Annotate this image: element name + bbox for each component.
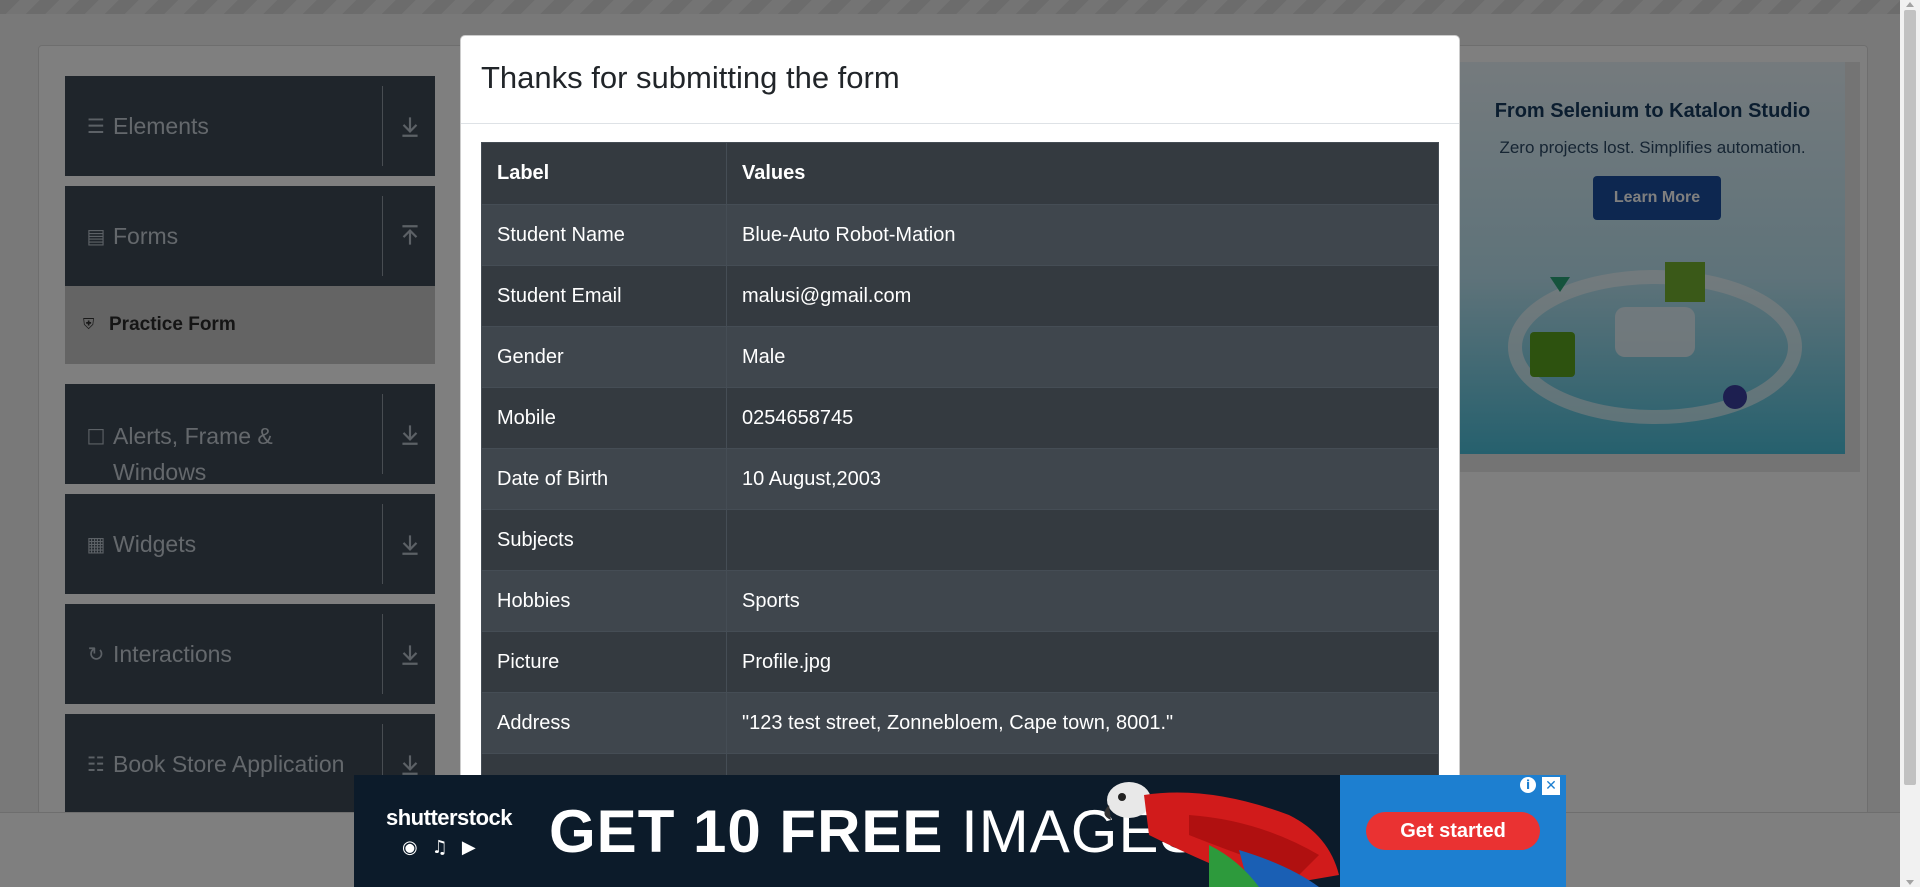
camera-icon: ◉ xyxy=(402,837,418,858)
modal-header: Thanks for submitting the form xyxy=(461,36,1459,124)
column-header-values: Values xyxy=(726,142,1439,205)
modal-title: Thanks for submitting the form xyxy=(481,60,900,95)
shutterstock-ad[interactable]: shutterstock ◉ ♫ ▶ GET 10 FREE IMAGES Ge… xyxy=(354,775,1566,887)
row-value: Blue-Auto Robot-Mation xyxy=(726,204,1439,266)
table-row: Student Email malusi@gmail.com xyxy=(481,265,1439,327)
table-row: Date of Birth 10 August,2003 xyxy=(481,448,1439,510)
ad-close-icon[interactable]: ✕ xyxy=(1542,777,1560,795)
row-value: Profile.jpg xyxy=(726,631,1439,693)
results-table: Label Values Student Name Blue-Auto Robo… xyxy=(481,142,1439,815)
row-value: 0254658745 xyxy=(726,387,1439,449)
modal-body: Label Values Student Name Blue-Auto Robo… xyxy=(461,124,1459,833)
table-row: Address "123 test street, Zonnebloem, Ca… xyxy=(481,692,1439,754)
scroll-down-arrow-icon[interactable] xyxy=(1906,880,1914,885)
row-label: Subjects xyxy=(481,509,727,571)
table-row: Hobbies Sports xyxy=(481,570,1439,632)
table-row: Picture Profile.jpg xyxy=(481,631,1439,693)
row-label: Hobbies xyxy=(481,570,727,632)
scroll-up-arrow-icon[interactable] xyxy=(1906,2,1914,7)
table-row: Subjects xyxy=(481,509,1439,571)
table-row: Gender Male xyxy=(481,326,1439,388)
row-value: Sports xyxy=(726,570,1439,632)
row-value xyxy=(726,509,1439,571)
row-label: Student Email xyxy=(481,265,727,327)
ad-brand: shutterstock xyxy=(386,805,513,830)
row-label: Gender xyxy=(481,326,727,388)
ad-info-icon[interactable]: i xyxy=(1520,777,1536,793)
ad-headline-bold: GET 10 FREE xyxy=(549,798,944,865)
row-label: Mobile xyxy=(481,387,727,449)
row-label: Date of Birth xyxy=(481,448,727,510)
ad-brand-icons: ◉ ♫ ▶ xyxy=(402,837,476,858)
get-started-button[interactable]: Get started xyxy=(1366,812,1540,850)
table-row: Student Name Blue-Auto Robot-Mation xyxy=(481,204,1439,266)
row-value: Male xyxy=(726,326,1439,388)
submission-modal: Thanks for submitting the form Label Val… xyxy=(460,35,1460,887)
row-value: malusi@gmail.com xyxy=(726,265,1439,327)
page-scrollbar[interactable] xyxy=(1900,0,1920,887)
row-label: Picture xyxy=(481,631,727,693)
column-header-label: Label xyxy=(481,142,727,205)
row-label: Student Name xyxy=(481,204,727,266)
music-icon: ♫ xyxy=(431,837,448,858)
table-header-row: Label Values xyxy=(481,142,1439,205)
scrollbar-thumb[interactable] xyxy=(1904,10,1916,785)
row-value: 10 August,2003 xyxy=(726,448,1439,510)
parrot-image xyxy=(1104,782,1339,887)
play-icon: ▶ xyxy=(461,837,476,858)
table-row: Mobile 0254658745 xyxy=(481,387,1439,449)
row-label: Address xyxy=(481,692,727,754)
row-value: "123 test street, Zonnebloem, Cape town,… xyxy=(726,692,1439,754)
